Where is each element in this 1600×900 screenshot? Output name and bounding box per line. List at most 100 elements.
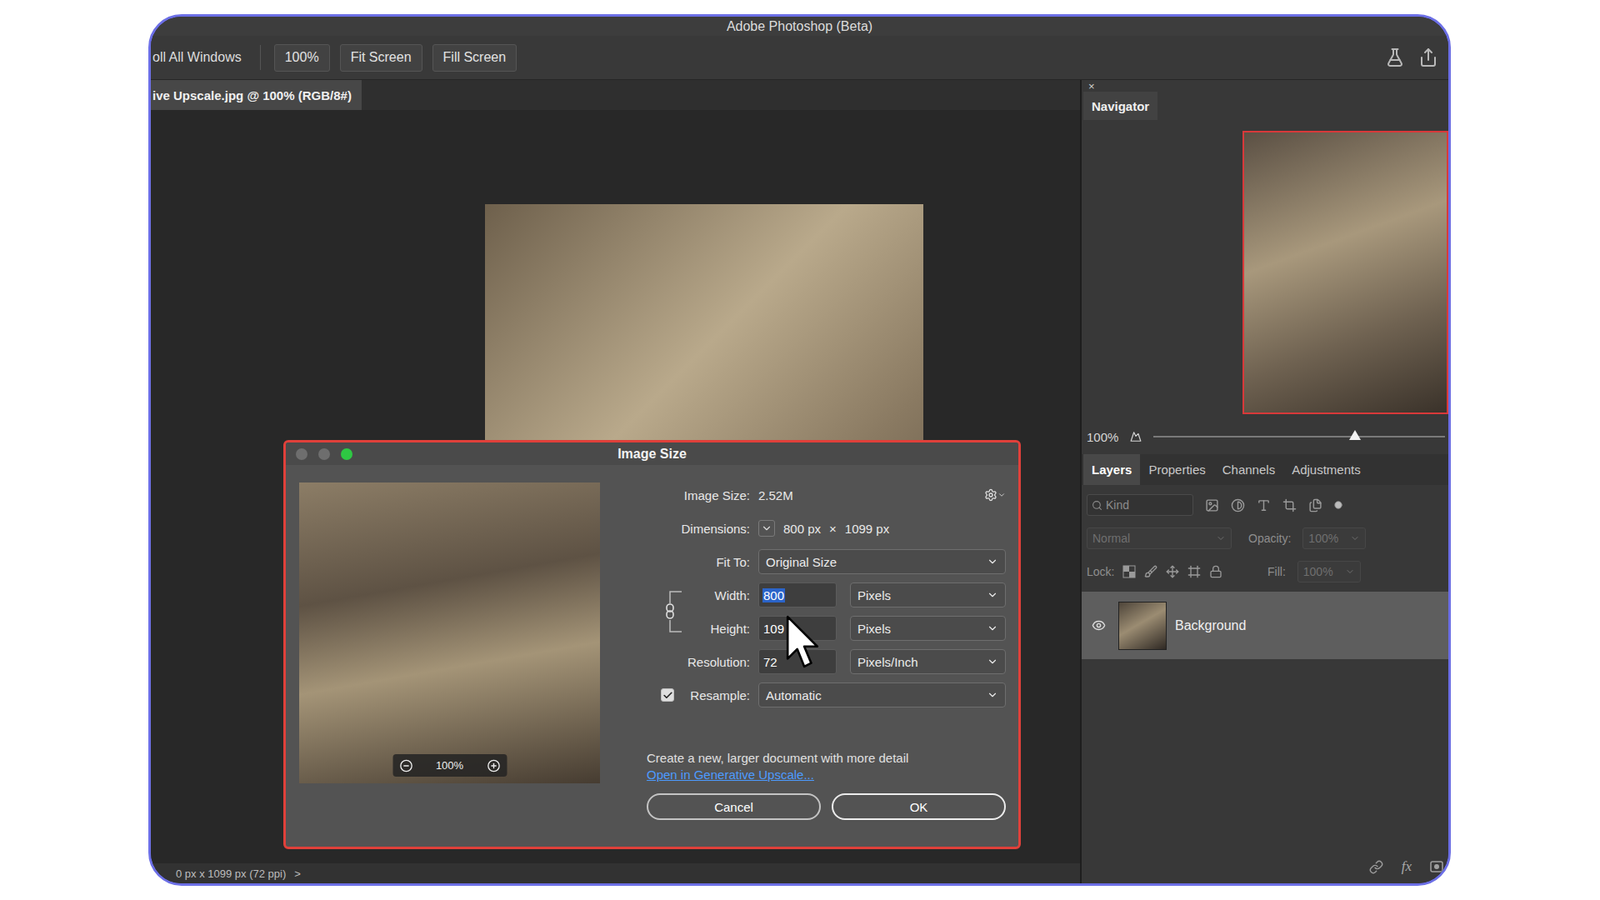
resample-row: Resample: Automatic bbox=[646, 678, 1006, 712]
lock-pixels-icon[interactable] bbox=[1144, 565, 1158, 579]
chevron-icon bbox=[986, 589, 999, 601]
navigator-tab[interactable]: Navigator bbox=[1083, 91, 1158, 120]
window-button[interactable] bbox=[295, 448, 308, 460]
toolbar-button[interactable]: Fit Screen bbox=[340, 44, 423, 72]
mountain-icon[interactable] bbox=[1130, 430, 1142, 443]
input-row: Height:109Pixels bbox=[683, 611, 1006, 645]
scroll-all-windows[interactable]: oll All Windows bbox=[152, 50, 250, 65]
unit-select[interactable]: Pixels bbox=[850, 582, 1006, 608]
upscale-note: Create a new, larger document with more … bbox=[646, 750, 1006, 767]
panel-tab[interactable]: Adjustments bbox=[1283, 454, 1370, 485]
filter-toggle-icon[interactable] bbox=[1334, 500, 1343, 510]
fill-field[interactable]: 100% bbox=[1297, 560, 1361, 583]
type-filter-icon[interactable] bbox=[1256, 498, 1271, 513]
dialog-preview[interactable]: 100% bbox=[299, 482, 600, 784]
separator bbox=[260, 45, 261, 70]
lock-position-icon[interactable] bbox=[1165, 565, 1180, 579]
image-size-value: 2.52M bbox=[758, 488, 794, 503]
resample-select[interactable]: Automatic bbox=[758, 682, 1006, 708]
panel-tabs: LayersPropertiesChannelsAdjustments bbox=[1081, 454, 1449, 485]
chevron-icon bbox=[1215, 533, 1226, 544]
field-label: Image Size: bbox=[646, 488, 750, 503]
search-icon bbox=[1091, 500, 1103, 511]
resample-checkbox[interactable] bbox=[660, 688, 675, 702]
lock-label: Lock: bbox=[1086, 565, 1115, 579]
layer-row[interactable]: Background bbox=[1081, 591, 1449, 660]
page: Adobe Photoshop (Beta) oll All Windows 100… bbox=[0, 0, 1600, 900]
link-proportions-icon[interactable] bbox=[661, 586, 684, 637]
toolbar-button[interactable]: Fill Screen bbox=[432, 44, 518, 72]
field-label: Fit To: bbox=[646, 555, 750, 570]
dialog-button[interactable]: OK bbox=[831, 793, 1006, 820]
linked-fields: Width:800PixelsHeight:109Pixels bbox=[646, 578, 1006, 645]
chevron-icon bbox=[986, 655, 999, 668]
dimensions-unit-toggle[interactable] bbox=[758, 520, 775, 537]
eye-icon[interactable] bbox=[1091, 618, 1106, 633]
title-bar: Adobe Photoshop (Beta) bbox=[150, 16, 1449, 36]
options-bar: oll All Windows 100% Fit Screen Fill Screen bbox=[150, 35, 1449, 80]
mouse-cursor-icon bbox=[785, 615, 820, 670]
settings-menu[interactable] bbox=[984, 488, 1006, 502]
flask-icon[interactable] bbox=[1385, 47, 1405, 68]
lock-transparent-icon[interactable] bbox=[1122, 565, 1136, 579]
smart-object-filter-icon[interactable] bbox=[1308, 498, 1323, 513]
check-icon bbox=[662, 690, 674, 701]
navigator-zoom: 100% bbox=[1081, 422, 1449, 451]
opacity-field[interactable]: 100% bbox=[1302, 527, 1366, 550]
chevron-icon bbox=[1345, 566, 1355, 577]
image-size-dialog: Image Size 100% Image Size: 2.52M Dimensions… bbox=[283, 440, 1021, 850]
layer-filter[interactable]: Kind bbox=[1086, 494, 1194, 516]
adjustment-filter-icon[interactable] bbox=[1230, 498, 1245, 513]
panel-tab[interactable]: Layers bbox=[1083, 454, 1140, 485]
dialog-button[interactable]: Cancel bbox=[646, 793, 821, 820]
dimension-height: 1099 px bbox=[845, 521, 890, 536]
generative-upscale-link[interactable]: Open in Generative Upscale... bbox=[646, 766, 1006, 784]
pixel-filter-icon[interactable] bbox=[1205, 498, 1220, 513]
fx-button[interactable]: fx bbox=[1401, 858, 1412, 875]
navigator-preview[interactable] bbox=[1242, 130, 1449, 415]
layer-filter-row: Kind bbox=[1081, 490, 1449, 520]
preview-zoom: 100% bbox=[392, 754, 507, 777]
dialog-title-bar: Image Size bbox=[285, 442, 1019, 465]
share-icon[interactable] bbox=[1418, 47, 1439, 68]
value-input[interactable]: 800 bbox=[758, 582, 837, 608]
gear-icon[interactable] bbox=[984, 488, 998, 502]
toolbar-button[interactable]: 100% bbox=[274, 44, 330, 72]
image-size-row: Image Size: 2.52M bbox=[646, 478, 1006, 512]
chevron-icon bbox=[986, 555, 999, 568]
zoom-in-icon[interactable] bbox=[486, 759, 500, 773]
chevron-icon bbox=[760, 522, 773, 535]
unit-select[interactable]: Pixels/Inch bbox=[850, 649, 1006, 675]
window-button[interactable] bbox=[340, 448, 353, 460]
zoom-slider[interactable] bbox=[1153, 435, 1445, 438]
dimensions-row: Dimensions:800 px×1099 px bbox=[646, 511, 1006, 545]
slider-thumb[interactable] bbox=[1349, 430, 1361, 440]
link-icon[interactable] bbox=[1369, 860, 1384, 875]
value-input[interactable]: 72 bbox=[758, 649, 837, 675]
right-panel: ×Navigator 100% LayersPropertiesChannelsAd… bbox=[1080, 80, 1449, 884]
lock-all-icon[interactable] bbox=[1209, 565, 1223, 579]
unit-select[interactable]: Pixels bbox=[850, 615, 1006, 641]
blend-mode-select[interactable]: Normal bbox=[1086, 527, 1232, 550]
fit-to-row: Fit To: Original Size bbox=[646, 545, 1006, 579]
shape-filter-icon[interactable] bbox=[1282, 498, 1297, 513]
chevron-icon bbox=[997, 490, 1006, 500]
lock-row: Lock:Fill:100% bbox=[1081, 556, 1449, 587]
opacity-label: Opacity: bbox=[1248, 531, 1291, 545]
panel-close[interactable]: × bbox=[1081, 80, 1449, 92]
panel-tab[interactable]: Channels bbox=[1214, 454, 1284, 485]
lock-artboard-icon[interactable] bbox=[1187, 565, 1201, 579]
input-row: Resolution:72Pixels/Inch bbox=[646, 645, 1006, 679]
layer-thumbnail bbox=[1118, 601, 1167, 650]
chevron-icon bbox=[1350, 533, 1360, 544]
status-bar: 0 px x 1099 px (72 ppi)> bbox=[150, 863, 1080, 884]
dialog-title: Image Size bbox=[617, 446, 687, 462]
panel-tab[interactable]: Properties bbox=[1140, 454, 1214, 485]
document-tab[interactable]: ive Upscale.jpg @ 100% (RGB/8#) bbox=[150, 80, 362, 110]
mask-icon[interactable] bbox=[1430, 860, 1444, 873]
window-button[interactable] bbox=[318, 448, 330, 460]
field-label: Height: bbox=[683, 621, 750, 636]
zoom-out-icon[interactable] bbox=[399, 759, 413, 773]
fit-to-select[interactable]: Original Size bbox=[758, 549, 1006, 575]
field-label: Resample: bbox=[683, 688, 750, 703]
